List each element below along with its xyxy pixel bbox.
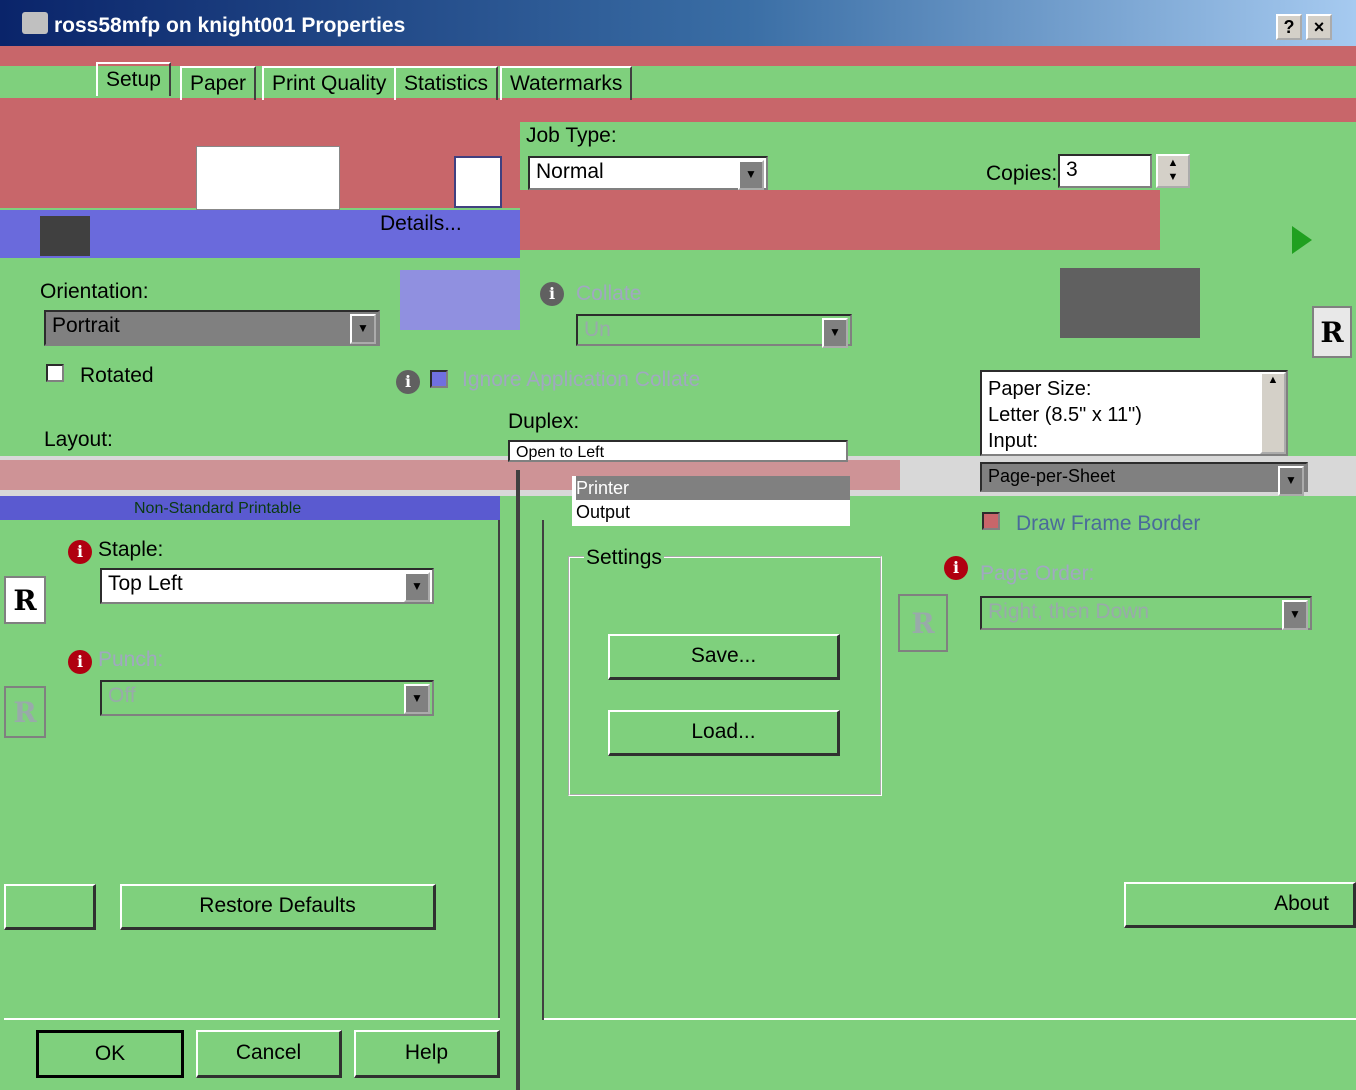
scrollbar[interactable]: ▲ bbox=[1260, 372, 1286, 454]
page-order-label: Page Order: bbox=[980, 562, 1095, 585]
staple-value: Top Left bbox=[108, 572, 183, 595]
printer-icon bbox=[22, 12, 48, 34]
help-button[interactable]: Help bbox=[354, 1030, 500, 1078]
rotated-checkbox[interactable] bbox=[46, 364, 64, 382]
settings-group-label: Settings bbox=[584, 546, 664, 570]
info-icon: i bbox=[944, 556, 968, 580]
punch-preview-icon: R bbox=[4, 686, 46, 738]
punch-select[interactable]: Off ▼ bbox=[100, 680, 434, 716]
copies-label: Copies: bbox=[986, 162, 1058, 185]
ok-button[interactable]: OK bbox=[36, 1030, 184, 1078]
page-order-select[interactable]: Right, then Down ▼ bbox=[980, 596, 1312, 630]
tab-paper[interactable]: Paper bbox=[180, 66, 257, 100]
ignore-collate-label: Ignore Application Collate bbox=[462, 368, 701, 391]
duplex-value: Open to Left bbox=[516, 444, 605, 461]
divider bbox=[4, 1018, 500, 1020]
duplex-select[interactable]: Open to Left bbox=[508, 440, 848, 462]
collate-select[interactable]: Un ▼ bbox=[576, 314, 852, 348]
chevron-down-icon: ▼ bbox=[1278, 466, 1304, 496]
orientation-preview-icon: R bbox=[1312, 306, 1352, 358]
restore-defaults-button[interactable]: Restore Defaults bbox=[120, 884, 436, 930]
staple-preview-icon: R bbox=[4, 576, 46, 624]
chevron-down-icon: ▼ bbox=[1282, 600, 1308, 630]
divider bbox=[516, 470, 520, 1090]
artifact-band bbox=[0, 46, 1356, 66]
window-title: ross58mfp on knight001 Properties bbox=[54, 14, 406, 37]
orientation-select[interactable]: Portrait ▼ bbox=[44, 310, 380, 346]
artifact-band bbox=[400, 270, 520, 330]
output-list[interactable]: Printer Output bbox=[572, 476, 850, 526]
close-icon[interactable]: × bbox=[1306, 14, 1332, 40]
duplex-label: Duplex: bbox=[508, 410, 580, 433]
left-blank-button[interactable] bbox=[4, 884, 96, 930]
job-type-value: Normal bbox=[536, 160, 604, 183]
tab-statistics[interactable]: Statistics bbox=[394, 66, 499, 100]
artifact-band bbox=[520, 190, 1160, 250]
artifact-band bbox=[0, 98, 1356, 122]
chevron-down-icon: ▼ bbox=[350, 314, 376, 344]
paper-info-list[interactable]: Paper Size: Letter (8.5" x 11") Input: bbox=[980, 370, 1288, 456]
job-type-select[interactable]: Normal ▼ bbox=[528, 156, 768, 190]
info-icon: i bbox=[68, 540, 92, 564]
page-order-preview-icon: R bbox=[898, 594, 948, 652]
staple-select[interactable]: Top Left ▼ bbox=[100, 568, 434, 604]
chevron-down-icon: ▼ bbox=[404, 572, 430, 602]
divider bbox=[498, 520, 500, 1020]
chevron-down-icon: ▼ bbox=[822, 318, 848, 348]
output-line1: Printer bbox=[576, 476, 850, 500]
copies-spinner[interactable]: ▲ ▼ bbox=[1156, 154, 1190, 188]
job-type-label: Job Type: bbox=[526, 124, 617, 147]
draw-frame-label: Draw Frame Border bbox=[1016, 512, 1201, 535]
chevron-down-icon: ▼ bbox=[738, 160, 764, 190]
staple-label: Staple: bbox=[98, 538, 164, 561]
artifact-band bbox=[1060, 268, 1200, 338]
page-order-value: Right, then Down bbox=[988, 600, 1150, 623]
artifact-band bbox=[40, 216, 90, 256]
tab-watermarks[interactable]: Watermarks bbox=[500, 66, 633, 100]
document-preview-icon bbox=[196, 146, 340, 210]
chevron-down-icon: ▼ bbox=[404, 684, 430, 714]
save-button[interactable]: Save... bbox=[608, 634, 840, 680]
ignore-collate-checkbox[interactable] bbox=[430, 370, 448, 388]
tab-print-quality[interactable]: Print Quality bbox=[262, 66, 397, 100]
info-icon: i bbox=[68, 650, 92, 674]
punch-value: Off bbox=[108, 684, 136, 707]
details-button[interactable]: Details... bbox=[380, 212, 462, 236]
input-label: Input: bbox=[988, 430, 1039, 452]
rotated-label: Rotated bbox=[80, 364, 154, 387]
orientation-label: Orientation: bbox=[40, 280, 149, 303]
collate-label: Collate bbox=[576, 282, 642, 305]
help-title-button[interactable]: ? bbox=[1276, 14, 1302, 40]
output-line2: Output bbox=[576, 502, 631, 522]
non-standard-label: Non-Standard Printable bbox=[134, 500, 302, 517]
arrow-right-icon bbox=[1292, 226, 1312, 254]
info-icon: i bbox=[540, 282, 564, 306]
title-bar: ross58mfp on knight001 Properties ? × bbox=[0, 0, 1356, 46]
divider bbox=[544, 1018, 1356, 1020]
job-icon bbox=[454, 156, 502, 208]
paper-size-value: Letter (8.5" x 11") bbox=[988, 404, 1142, 426]
copies-input[interactable]: 3 bbox=[1058, 154, 1152, 188]
layout-label: Layout: bbox=[44, 428, 113, 451]
pages-per-sheet-select[interactable]: Page-per-Sheet ▼ bbox=[980, 462, 1308, 496]
punch-label: Punch: bbox=[98, 648, 164, 671]
collate-value: Un bbox=[584, 318, 611, 341]
divider bbox=[542, 520, 544, 1020]
about-button[interactable]: About bbox=[1124, 882, 1356, 928]
load-button[interactable]: Load... bbox=[608, 710, 840, 756]
tab-setup[interactable]: Setup bbox=[96, 62, 171, 96]
paper-size-label: Paper Size: bbox=[988, 378, 1092, 400]
pages-per-sheet-value: Page-per-Sheet bbox=[988, 466, 1116, 486]
orientation-value: Portrait bbox=[52, 314, 120, 337]
cancel-button[interactable]: Cancel bbox=[196, 1030, 342, 1078]
info-icon: i bbox=[396, 370, 420, 394]
draw-frame-checkbox[interactable] bbox=[982, 512, 1000, 530]
